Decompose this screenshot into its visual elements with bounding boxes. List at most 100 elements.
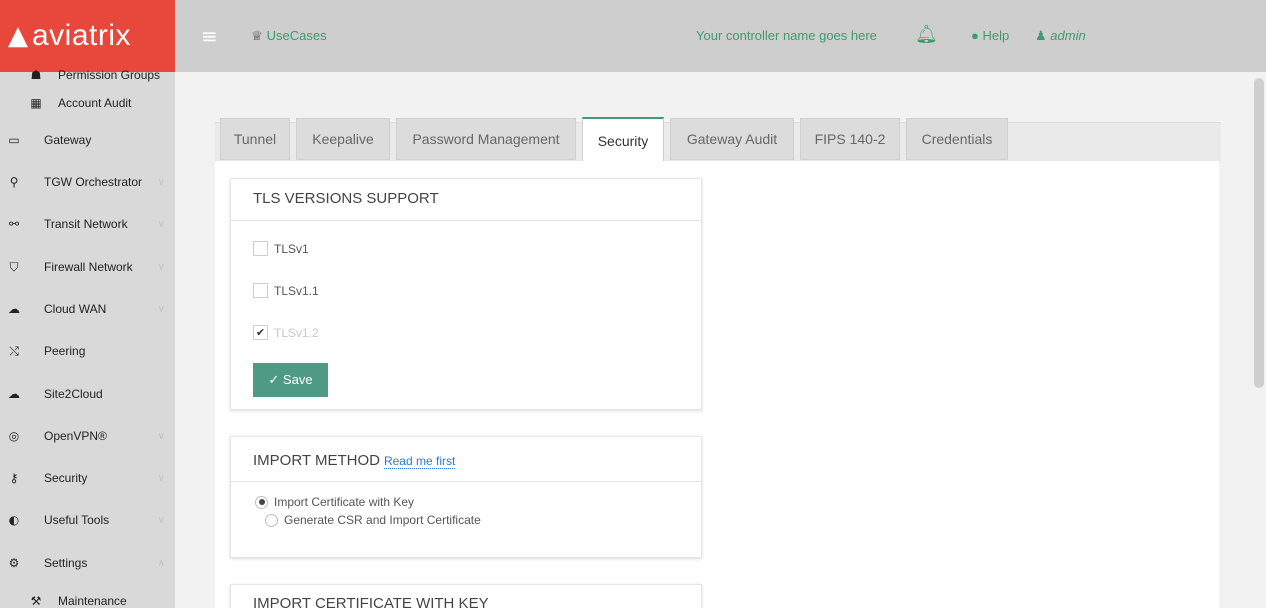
sidebar-item-label: Transit Network — [44, 217, 128, 231]
generate-csr-option[interactable]: Generate CSR and Import Certificate — [265, 513, 481, 527]
gear-icon: ⚙ — [8, 556, 20, 570]
sidebar-item-label: Maintenance — [58, 594, 127, 608]
sidebar-item-label: Account Audit — [58, 96, 132, 110]
chevron-up-icon: ∧ — [157, 557, 165, 569]
monitor-icon: ▭ — [8, 133, 20, 147]
shield-icon: ⛉ — [9, 259, 19, 274]
shuffle-icon: ⤭ — [9, 343, 19, 358]
sidebar-item-site2cloud[interactable]: ☁ Site2Cloud — [0, 375, 175, 413]
scrollbar-thumb[interactable] — [1254, 78, 1264, 388]
tls-versions-card: TLS VERSIONS SUPPORT TLSv1 TLSv1.1 ✔ TLS… — [230, 178, 702, 410]
sidebar-item-settings[interactable]: ⚙ Settings ∧ — [0, 544, 175, 582]
lightbulb-icon: ♕ — [251, 29, 263, 44]
save-button[interactable]: ✓ Save — [253, 363, 328, 397]
logo-text: aviatrix — [32, 19, 132, 52]
help-link[interactable]: ● Help — [971, 28, 1009, 43]
sidebar-item-account-audit[interactable]: ▦ Account Audit — [0, 84, 175, 122]
tlsv1-2-option: ✔ TLSv1.2 — [253, 325, 319, 340]
sidebar-item-label: Firewall Network — [44, 260, 133, 274]
sidebar-item-label: Cloud WAN — [44, 302, 107, 316]
usecases-label: UseCases — [266, 28, 327, 43]
logo-mark-icon: ▲ — [8, 21, 28, 51]
import-method-title-text: IMPORT METHOD — [253, 452, 380, 469]
sidebar-item-label: TGW Orchestrator — [44, 175, 143, 189]
sidebar-item-cloud-wan[interactable]: ☁ Cloud WAN ∨ — [0, 290, 175, 328]
user-icon: ♟ — [1035, 28, 1047, 43]
tools-icon: ◐ — [8, 513, 20, 527]
sitemap-icon: ⚯ — [8, 217, 20, 231]
chevron-down-icon: ∨ — [157, 514, 165, 526]
tab-fips[interactable]: FIPS 140-2 — [800, 118, 900, 160]
sidebar-item-label: Security — [44, 471, 88, 485]
hamburger-menu-icon[interactable]: ≡ — [201, 24, 218, 48]
sidebar-item-transit-network[interactable]: ⚯ Transit Network ∨ — [0, 205, 175, 243]
user-menu[interactable]: ♟ admin — [1035, 28, 1086, 44]
sidebar-item-tgw-orchestrator[interactable]: ⚲ TGW Orchestrator ∨ — [0, 163, 175, 201]
chevron-down-icon: ∨ — [157, 430, 165, 442]
import-method-title: IMPORT METHOD Read me first — [231, 452, 456, 469]
tab-keepalive[interactable]: Keepalive — [296, 118, 390, 160]
card-divider — [231, 220, 701, 221]
help-label: Help — [982, 28, 1010, 43]
tls-card-title: TLS VERSIONS SUPPORT — [253, 190, 439, 207]
sidebar-item-openvpn[interactable]: ◎ OpenVPN® ∨ — [0, 417, 175, 455]
tab-credentials[interactable]: Credentials — [906, 118, 1008, 160]
tlsv1-option[interactable]: TLSv1 — [253, 241, 309, 256]
import-with-key-option[interactable]: Import Certificate with Key — [255, 495, 414, 509]
cloud-icon: ☁ — [8, 302, 20, 316]
chevron-down-icon: ∨ — [157, 218, 165, 230]
tab-security[interactable]: Security — [582, 117, 664, 162]
cloud-upload-icon: ☁ — [8, 387, 20, 401]
network-icon: ⚲ — [9, 175, 19, 189]
import-certificate-card: IMPORT CERTIFICATE WITH KEY — [230, 584, 702, 608]
import-with-key-radio[interactable] — [255, 495, 268, 509]
sidebar-item-maintenance[interactable]: ⚒ Maintenance — [0, 582, 175, 608]
read-me-first-link[interactable]: Read me first — [383, 454, 456, 469]
import-method-card: IMPORT METHOD Read me first Import Certif… — [230, 436, 702, 558]
key-icon: ⚷ — [9, 471, 19, 485]
help-icon: ● — [971, 28, 979, 43]
tlsv1-1-option[interactable]: TLSv1.1 — [253, 283, 319, 298]
wrench-icon: ⚒ — [30, 594, 42, 608]
tlsv1-2-label: TLSv1.2 — [274, 325, 319, 340]
sidebar-item-label: Site2Cloud — [44, 387, 103, 401]
radio-selected-dot — [258, 499, 265, 505]
import-certificate-title: IMPORT CERTIFICATE WITH KEY — [253, 595, 489, 608]
tab-password-management[interactable]: Password Management — [396, 118, 576, 160]
card-divider — [231, 481, 701, 482]
users-icon: ☗ — [30, 68, 42, 82]
bell-icon[interactable]: 🔔︎ — [915, 24, 938, 45]
controller-name: Your controller name goes here — [696, 28, 877, 43]
tlsv1-checkbox[interactable] — [253, 241, 268, 256]
sidebar-item-label: Permission Groups — [58, 68, 161, 82]
import-with-key-label: Import Certificate with Key — [274, 495, 415, 509]
generate-csr-radio[interactable] — [265, 513, 278, 527]
generate-csr-label: Generate CSR and Import Certificate — [284, 513, 481, 527]
sidebar-item-useful-tools[interactable]: ◐ Useful Tools ∨ — [0, 501, 175, 539]
sidebar-item-label: OpenVPN® — [44, 429, 107, 443]
table-icon: ▦ — [30, 96, 42, 110]
sidebar-item-gateway[interactable]: ▭ Gateway — [0, 121, 175, 159]
tlsv1-2-checkbox: ✔ — [253, 325, 268, 340]
user-label: admin — [1050, 28, 1086, 43]
sidebar-item-peering[interactable]: ⤭ Peering — [0, 332, 175, 370]
sidebar-item-label: Settings — [44, 556, 88, 570]
top-header: ≡ ♕ UseCases Your controller name goes he… — [175, 0, 1266, 72]
tab-tunnel[interactable]: Tunnel — [220, 118, 290, 160]
chevron-down-icon: ∨ — [157, 472, 165, 484]
sidebar-item-label: Useful Tools — [44, 513, 110, 527]
tab-gateway-audit[interactable]: Gateway Audit — [670, 118, 794, 160]
sidebar-item-label: Gateway — [44, 133, 92, 147]
sidebar-item-security[interactable]: ⚷ Security ∨ — [0, 459, 175, 497]
tlsv1-label: TLSv1 — [274, 241, 309, 256]
sidebar-item-label: Peering — [44, 344, 86, 358]
chevron-down-icon: ∨ — [157, 176, 165, 188]
chevron-down-icon: ∨ — [157, 261, 165, 273]
chevron-down-icon: ∨ — [157, 303, 165, 315]
wifi-icon: ◎ — [8, 429, 20, 443]
sidebar-item-firewall-network[interactable]: ⛉ Firewall Network ∨ — [0, 248, 175, 286]
tlsv1-1-label: TLSv1.1 — [274, 283, 319, 298]
usecases-link[interactable]: ♕ UseCases — [251, 28, 327, 44]
sidebar: ▲ aviatrix ☗ Permission Groups ▦ Account… — [0, 0, 175, 608]
tlsv1-1-checkbox[interactable] — [253, 283, 268, 298]
